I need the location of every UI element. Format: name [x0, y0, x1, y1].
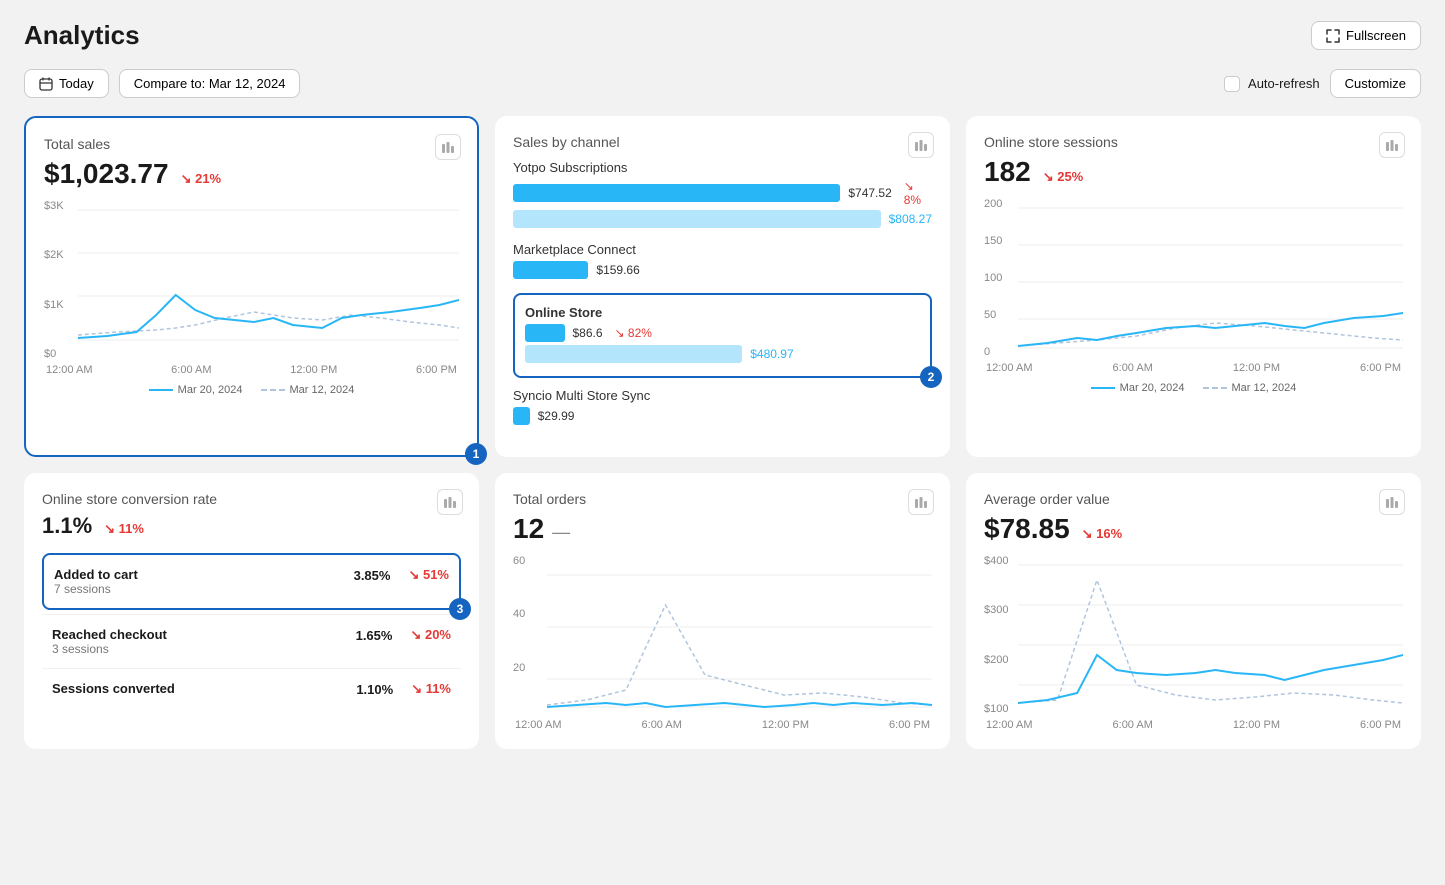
total-sales-change: ↘ 21%: [181, 171, 222, 187]
sessions-title: Online store sessions: [984, 134, 1403, 150]
yotpo-bar-primary: [513, 184, 840, 202]
sales-by-channel-title: Sales by channel: [513, 134, 932, 150]
orders-x-labels: 12:00 AM6:00 AM12:00 PM6:00 PM: [513, 719, 932, 731]
avg-order-y-axis: $400$300$200$100: [984, 555, 1014, 715]
conv-row-checkout: Reached checkout 3 sessions 1.65% ↘ 20%: [42, 614, 461, 668]
sessions-x-labels: 12:00 AM6:00 AM12:00 PM6:00 PM: [984, 362, 1403, 374]
avg-order-chart: [1018, 555, 1403, 715]
toolbar-right: Auto-refresh Customize: [1224, 69, 1421, 98]
annotation-1: 1: [465, 443, 487, 465]
orders-chart: [547, 555, 932, 715]
total-sales-value: $1,023.77: [44, 158, 169, 190]
avg-order-change: ↘ 16%: [1082, 526, 1123, 542]
sessions-legend: Mar 20, 2024 Mar 12, 2024: [984, 382, 1403, 394]
total-sales-icon[interactable]: [435, 134, 461, 160]
total-sales-title: Total sales: [44, 136, 459, 152]
dashboard-grid: Total sales $1,023.77 ↘ 21% $3K$2K$1K$0: [24, 116, 1421, 749]
conversion-title: Online store conversion rate: [42, 491, 461, 507]
marketplace-bar-primary: [513, 261, 588, 279]
fullscreen-button[interactable]: Fullscreen: [1311, 21, 1421, 50]
syncio-bar-primary: [513, 407, 530, 425]
orders-y-axis: 604020: [513, 555, 541, 715]
annotation-3: 3: [449, 598, 471, 620]
graph-icon-4: [443, 495, 457, 509]
toolbar: Today Compare to: Mar 12, 2024 Auto-refr…: [24, 69, 1421, 98]
sales-by-channel-icon[interactable]: [908, 132, 934, 158]
avg-order-title: Average order value: [984, 491, 1403, 507]
compare-button[interactable]: Compare to: Mar 12, 2024: [119, 69, 301, 98]
conversion-rows: Added to cart 7 sessions 3.85% ↘ 51% 3 R…: [42, 553, 461, 709]
total-sales-y-axis: $3K$2K$1K$0: [44, 200, 74, 360]
total-orders-card: Total orders 12 — 604020: [495, 473, 950, 749]
conv-row-cart: Added to cart 7 sessions 3.85% ↘ 51% 3: [42, 553, 461, 610]
sessions-value: 182: [984, 156, 1031, 188]
graph-icon: [441, 140, 455, 154]
sessions-chart: [1018, 198, 1403, 358]
graph-icon-2: [914, 138, 928, 152]
page-header: Analytics Fullscreen: [24, 20, 1421, 51]
online-bar-primary: [525, 324, 565, 342]
avg-order-card: Average order value $78.85 ↘ 16% $400$30…: [966, 473, 1421, 749]
avg-order-x-labels: 12:00 AM6:00 AM12:00 PM6:00 PM: [984, 719, 1403, 731]
online-store-sessions-card: Online store sessions 182 ↘ 25% 20015010…: [966, 116, 1421, 457]
online-store-box: Online Store $86.6 ↘ 82% $480.97 2: [513, 293, 932, 378]
calendar-icon: [39, 77, 53, 91]
sales-by-channel-card: Sales by channel Yotpo Subscriptions $74…: [495, 116, 950, 457]
orders-title: Total orders: [513, 491, 932, 507]
graph-icon-5: [914, 495, 928, 509]
sessions-y-axis: 200150100500: [984, 198, 1014, 358]
annotation-2: 2: [920, 366, 942, 388]
yotpo-bar-secondary: [513, 210, 881, 228]
auto-refresh-checkbox[interactable]: [1224, 76, 1240, 92]
orders-change: —: [552, 522, 570, 543]
channel-marketplace: Marketplace Connect $159.66: [513, 242, 932, 279]
conversion-value: 1.1%: [42, 513, 92, 539]
channel-syncio: Syncio Multi Store Sync $29.99: [513, 388, 932, 425]
fullscreen-icon: [1326, 29, 1340, 43]
total-sales-card: Total sales $1,023.77 ↘ 21% $3K$2K$1K$0: [24, 116, 479, 457]
graph-icon-3: [1385, 138, 1399, 152]
conv-row-converted: Sessions converted 1.10% ↘ 11%: [42, 668, 461, 709]
channel-yotpo: Yotpo Subscriptions $747.52 ↘ 8% $808.27: [513, 160, 932, 228]
online-bar-secondary: [525, 345, 742, 363]
graph-icon-6: [1385, 495, 1399, 509]
customize-button[interactable]: Customize: [1330, 69, 1421, 98]
orders-icon[interactable]: [908, 489, 934, 515]
conversion-rate-card: Online store conversion rate 1.1% ↘ 11% …: [24, 473, 479, 749]
sessions-icon[interactable]: [1379, 132, 1405, 158]
auto-refresh-toggle: Auto-refresh: [1224, 76, 1320, 92]
conversion-change: ↘ 11%: [104, 521, 144, 537]
avg-order-value: $78.85: [984, 513, 1070, 545]
total-sales-chart: [78, 200, 459, 360]
conversion-icon[interactable]: [437, 489, 463, 515]
orders-value: 12: [513, 513, 544, 545]
total-sales-legend: Mar 20, 2024 Mar 12, 2024: [44, 384, 459, 396]
page-title: Analytics: [24, 20, 140, 51]
avg-order-icon[interactable]: [1379, 489, 1405, 515]
total-sales-x-labels: 12:00 AM6:00 AM12:00 PM6:00 PM: [44, 364, 459, 376]
sessions-change: ↘ 25%: [1043, 169, 1084, 185]
today-button[interactable]: Today: [24, 69, 109, 98]
channel-list: Yotpo Subscriptions $747.52 ↘ 8% $808.27…: [513, 160, 932, 425]
